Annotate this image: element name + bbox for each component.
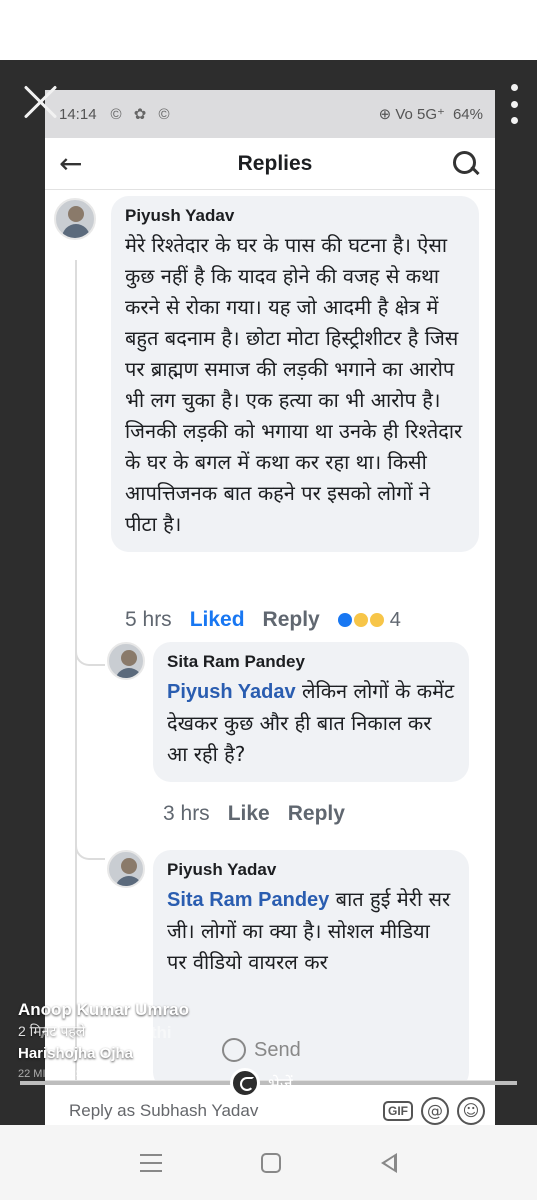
comment-thread: Piyush Yadav मेरे रिश्तेदार के घर के पास… — [45, 190, 495, 1090]
reply-input[interactable]: Reply as Subhash Yadav — [55, 1101, 375, 1121]
close-icon[interactable] — [22, 84, 58, 120]
page-title: Replies — [237, 151, 313, 175]
reply-button[interactable]: Reply — [263, 608, 320, 632]
comment-author[interactable]: Piyush Yadav — [167, 860, 455, 880]
comment-actions: 3 hrs Like Reply — [163, 802, 345, 826]
comment-actions: 5 hrs Liked Reply 4 — [125, 608, 401, 632]
back-icon[interactable] — [381, 1152, 398, 1173]
avatar[interactable] — [107, 642, 145, 680]
emoji-icon[interactable]: ☺ — [457, 1096, 485, 1125]
recent-apps-icon[interactable] — [139, 1153, 162, 1172]
reply-connector — [75, 830, 105, 860]
comment-bubble: Piyush Yadav मेरे रिश्तेदार के घर के पास… — [111, 196, 479, 552]
whatsapp-icon — [230, 1068, 260, 1098]
poster-time: 2 मिनट पहले — [18, 1023, 86, 1039]
more-options-icon[interactable] — [509, 84, 519, 124]
sender-time: 22 MINUTES AGO — [18, 1068, 110, 1080]
sender-name: Harishojha Ojha — [18, 1045, 134, 1062]
status-viewer: 14:14 © ✿ © ⊕ Vo 5G⁺ 64% ← Replies Piyus… — [0, 60, 537, 1125]
replies-app-bar: ← Replies — [45, 138, 495, 190]
search-icon[interactable] — [451, 149, 481, 179]
home-icon[interactable] — [261, 1152, 282, 1173]
shared-screenshot: 14:14 © ✿ © ⊕ Vo 5G⁺ 64% ← Replies Piyus… — [45, 90, 495, 1125]
mention-icon[interactable]: @ — [421, 1096, 449, 1125]
android-nav-bar — [0, 1125, 537, 1200]
comment-author[interactable]: Piyush Yadav — [125, 206, 465, 226]
status-time: 14:14 — [59, 105, 97, 123]
mention-link[interactable]: Sita Ram Pandey — [167, 889, 329, 911]
comment-body: Sita Ram Pandey बात हुई मेरी सर जी। लोगो… — [167, 884, 455, 978]
mention-link[interactable]: Piyush Yadav — [167, 681, 296, 703]
battery-level: 64% — [452, 105, 483, 123]
gif-icon[interactable]: GIF — [383, 1100, 413, 1121]
comment-body: Piyush Yadav लेकिन लोगों के कमेंट देखकर … — [167, 676, 455, 770]
like-button[interactable]: Liked — [190, 608, 245, 632]
thread-line — [75, 260, 77, 1080]
like-reaction-icon — [337, 613, 352, 627]
network-indicator: ⊕ Vo 5G⁺ — [378, 106, 445, 123]
share-button[interactable]: भेजें — [230, 1068, 293, 1098]
avatar[interactable] — [107, 850, 145, 888]
wow-reaction-icon — [353, 613, 368, 627]
whatsapp-icon — [222, 1038, 246, 1062]
share-label: भेजें — [268, 1074, 293, 1095]
like-button[interactable]: Like — [228, 802, 270, 826]
poster-info: Anoop Kumar Umrao 2 मिनट पहले — [18, 1000, 189, 1041]
reply-connector — [75, 630, 105, 666]
reaction-summary[interactable]: 4 — [337, 608, 401, 632]
comment-bubble: Piyush Yadav Sita Ram Pandey बात हुई मेर… — [153, 850, 469, 1090]
avatar[interactable] — [54, 198, 96, 240]
poster-name[interactable]: Anoop Kumar Umrao — [18, 1000, 189, 1020]
phone-status-bar: 14:14 © ✿ © ⊕ Vo 5G⁺ 64% — [45, 90, 495, 138]
reaction-count: 4 — [389, 608, 401, 631]
send-button[interactable]: Send — [222, 1038, 301, 1062]
reply-button[interactable]: Reply — [288, 802, 345, 826]
comment-author[interactable]: Sita Ram Pandey — [167, 652, 455, 672]
comment-text: मेरे रिश्तेदार के घर के पास की घटना है। … — [125, 233, 463, 536]
comment-bubble: Sita Ram Pandey Piyush Yadav लेकिन लोगों… — [153, 642, 469, 782]
comment-time: 5 hrs — [125, 608, 172, 631]
top-blank-area — [0, 0, 537, 60]
haha-reaction-icon — [369, 613, 384, 627]
status-app-icons: © ✿ © — [110, 106, 174, 123]
send-label: Send — [254, 1038, 301, 1061]
back-arrow-icon[interactable]: ← — [59, 149, 99, 178]
comment-time: 3 hrs — [163, 802, 210, 825]
